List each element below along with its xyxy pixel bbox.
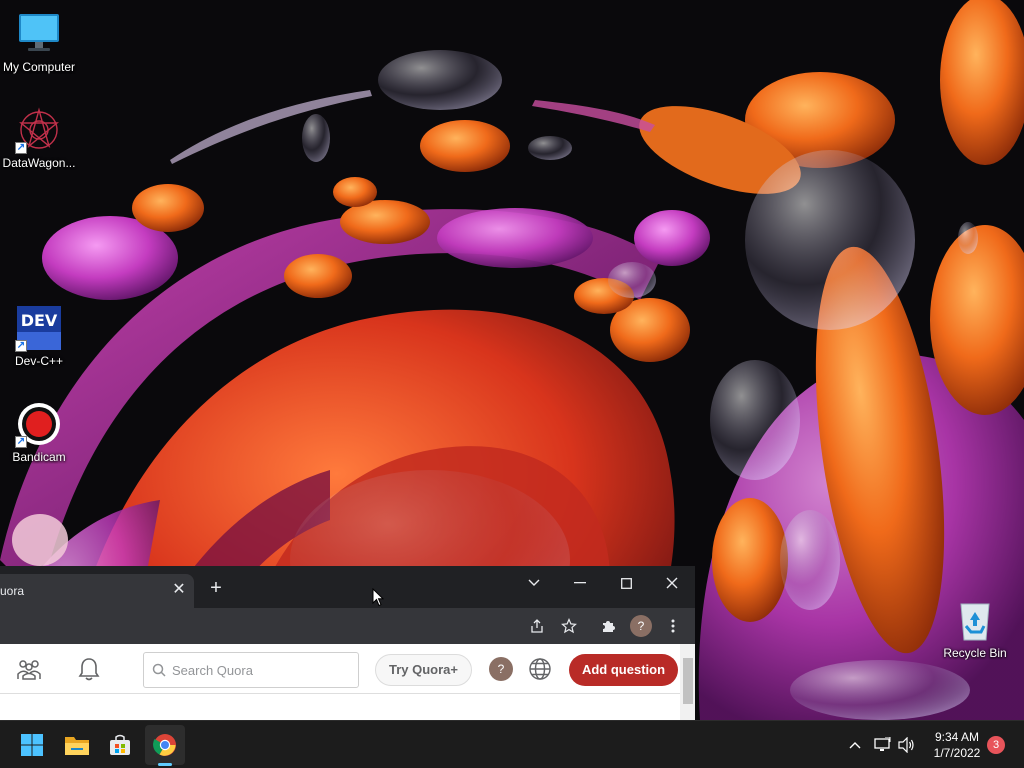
devcpp-icon: DEV ↗ bbox=[15, 304, 63, 352]
maximize-icon[interactable] bbox=[611, 570, 641, 596]
clock-time: 9:34 AM bbox=[934, 730, 980, 744]
monitor-icon bbox=[15, 10, 63, 58]
chevron-down-icon[interactable] bbox=[519, 570, 549, 596]
mouse-cursor-icon bbox=[372, 588, 384, 607]
avatar[interactable]: ? bbox=[489, 657, 513, 681]
taskbar: 9:34 AM 1/7/2022 3 bbox=[0, 720, 1024, 768]
search-box[interactable] bbox=[143, 652, 359, 688]
bandicam-icon: ↗ bbox=[15, 400, 63, 448]
system-clock[interactable]: 9:34 AM 1/7/2022 bbox=[926, 729, 988, 761]
notification-badge[interactable]: 3 bbox=[987, 736, 1005, 754]
chrome-window[interactable]: uora ✕ + ? Search Quora Try Quora+ ? Add… bbox=[0, 566, 695, 720]
desktop-icon-label: DataWagon... bbox=[2, 156, 76, 170]
plus-icon[interactable]: + bbox=[206, 578, 226, 598]
spaces-icon[interactable] bbox=[16, 657, 42, 681]
bell-icon[interactable] bbox=[78, 657, 100, 681]
globe-icon[interactable] bbox=[528, 657, 552, 681]
search-icon bbox=[152, 663, 166, 682]
clock-date: 1/7/2022 bbox=[933, 746, 981, 760]
tab-strip[interactable]: uora ✕ + bbox=[0, 566, 695, 608]
desktop-icon-label: Dev-C++ bbox=[14, 354, 64, 368]
tab-title: uora bbox=[0, 584, 25, 598]
desktop-icon-recycle-bin[interactable]: Recycle Bin bbox=[936, 596, 1014, 660]
add-question-button[interactable]: Add question bbox=[569, 654, 678, 686]
desktop-icon-devcpp[interactable]: DEV ↗ Dev-C++ bbox=[0, 304, 78, 368]
desktop-icon-label: Bandicam bbox=[12, 450, 66, 464]
browser-toolbar: ? bbox=[0, 608, 695, 644]
store-icon[interactable] bbox=[100, 725, 140, 765]
desktop-icon-bandicam[interactable]: ↗ Bandicam bbox=[0, 400, 78, 464]
desktop-icon-my-computer[interactable]: My Computer bbox=[0, 10, 78, 74]
search-input[interactable] bbox=[172, 653, 352, 687]
active-app-indicator bbox=[158, 763, 172, 766]
desktop-icon-label: My Computer bbox=[2, 60, 76, 74]
devcpp-glyph-text: DEV bbox=[21, 311, 58, 330]
recycle-bin-icon bbox=[951, 596, 999, 644]
close-icon[interactable] bbox=[657, 570, 687, 596]
tab-quora[interactable]: uora ✕ bbox=[0, 574, 194, 608]
shortcut-arrow-icon: ↗ bbox=[15, 340, 27, 352]
share-icon[interactable] bbox=[526, 615, 548, 637]
start-icon[interactable] bbox=[12, 725, 52, 765]
desktop-icon-datawagon[interactable]: ↗ DataWagon... bbox=[0, 106, 78, 170]
extensions-icon[interactable] bbox=[597, 615, 619, 637]
try-quora-plus-button[interactable]: Try Quora+ bbox=[375, 654, 472, 686]
profile-avatar[interactable]: ? bbox=[630, 615, 652, 637]
minimize-icon[interactable] bbox=[565, 570, 595, 596]
more-icon[interactable] bbox=[662, 615, 684, 637]
shortcut-arrow-icon: ↗ bbox=[15, 142, 27, 154]
volume-icon[interactable] bbox=[896, 733, 916, 757]
file-explorer-icon[interactable] bbox=[57, 725, 97, 765]
chevron-up-icon[interactable] bbox=[845, 733, 865, 757]
close-icon[interactable]: ✕ bbox=[170, 581, 188, 599]
desktop-icon-label: Recycle Bin bbox=[943, 646, 1007, 660]
quora-header: Try Quora+ ? Add question bbox=[0, 644, 695, 694]
shortcut-arrow-icon: ↗ bbox=[15, 436, 27, 448]
star-icon[interactable] bbox=[558, 615, 580, 637]
scrollbar-thumb[interactable] bbox=[683, 658, 693, 704]
network-icon[interactable] bbox=[872, 733, 892, 757]
datawagon-icon: ↗ bbox=[15, 106, 63, 154]
chrome-icon[interactable] bbox=[145, 725, 185, 765]
